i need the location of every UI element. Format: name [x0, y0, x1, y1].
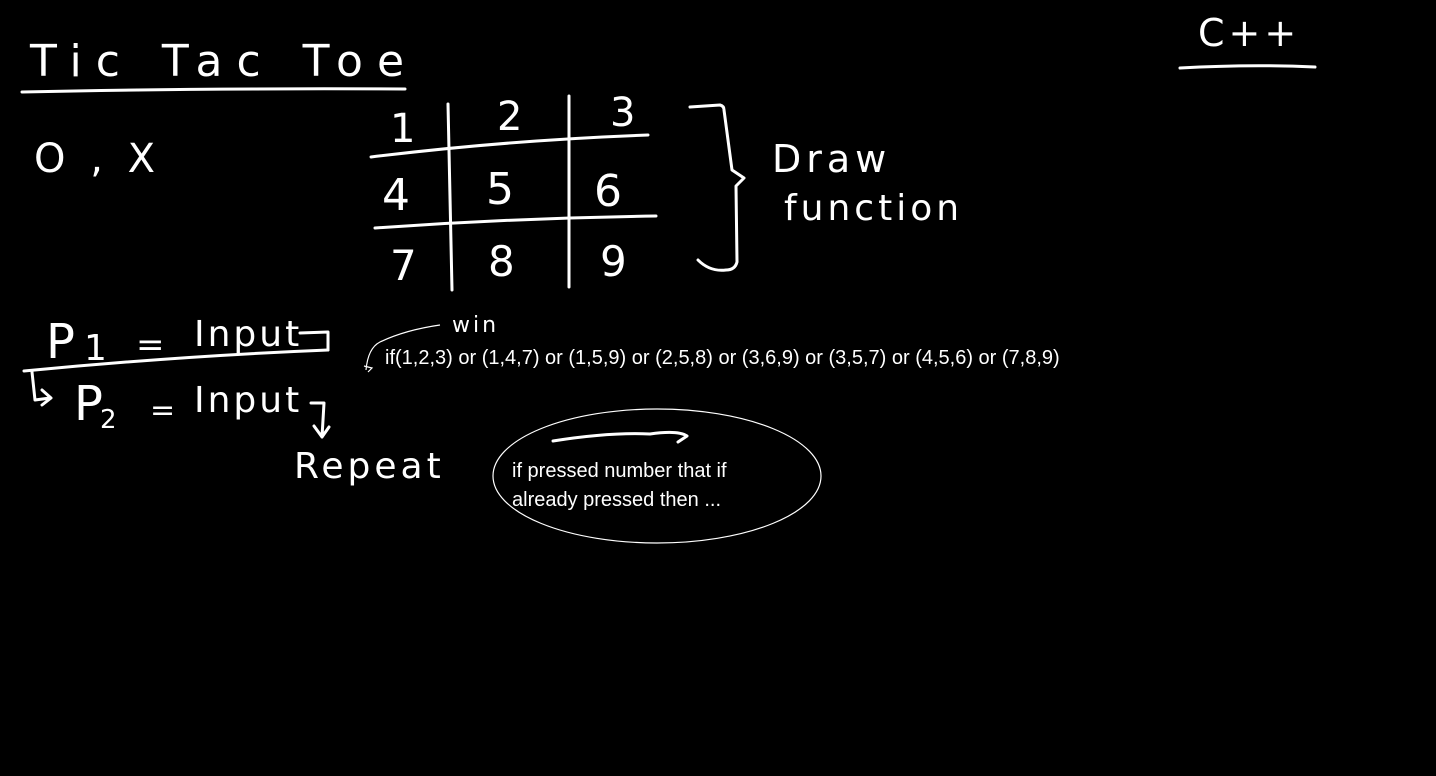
win-connector-end: [363, 365, 374, 373]
grid-cell-4: 4: [382, 170, 410, 221]
win-label: win: [452, 313, 499, 338]
grid-hline-2: [373, 214, 658, 230]
grid-vline-1: [446, 102, 454, 292]
grid-cell-1: 1: [390, 106, 415, 152]
draw-label-line-2: function: [784, 188, 963, 229]
grid-cell-7: 7: [390, 241, 417, 290]
draw-function-brace: [688, 103, 746, 272]
repeat-label: Repeat: [294, 446, 445, 487]
grid-cell-9: 9: [600, 237, 627, 286]
note-line-2: already pressed then ...: [512, 489, 721, 511]
player2-value: Input: [194, 380, 302, 421]
symbols-label: O , X: [34, 136, 161, 182]
repeat-arrow: [309, 401, 331, 439]
player1-name: P: [46, 314, 75, 370]
grid-cell-8: 8: [488, 237, 515, 286]
player2-equals: =: [150, 393, 175, 428]
language-underline: [1178, 64, 1317, 70]
win-condition-text: if(1,2,3) or (1,4,7) or (1,5,9) or (2,5,…: [385, 347, 1060, 369]
grid-cell-3: 3: [610, 90, 635, 136]
note-ellipse-scribble: [551, 430, 689, 444]
player2-subscript: 2: [100, 405, 117, 435]
grid-cell-6: 6: [594, 166, 622, 217]
title: Tic Tac Toe: [29, 36, 418, 87]
grid-cell-2: 2: [497, 94, 522, 140]
player2-name: P: [74, 376, 103, 432]
switch-arrow: [30, 370, 53, 407]
player1-box-mark: [298, 330, 330, 352]
grid-numbers: 1 2 3 4 5 6 7 8 9: [382, 90, 635, 290]
whiteboard-canvas: Tic Tac Toe C++ O , X 1 2 3 4 5 6 7 8 9 …: [0, 0, 1436, 776]
grid-cell-5: 5: [486, 164, 514, 215]
title-underline: [20, 87, 407, 94]
language-label: C++: [1198, 11, 1300, 55]
player1-value: Input: [194, 314, 302, 355]
note-line-1: if pressed number that if: [512, 460, 727, 482]
draw-label-line-1: Draw: [772, 137, 891, 181]
